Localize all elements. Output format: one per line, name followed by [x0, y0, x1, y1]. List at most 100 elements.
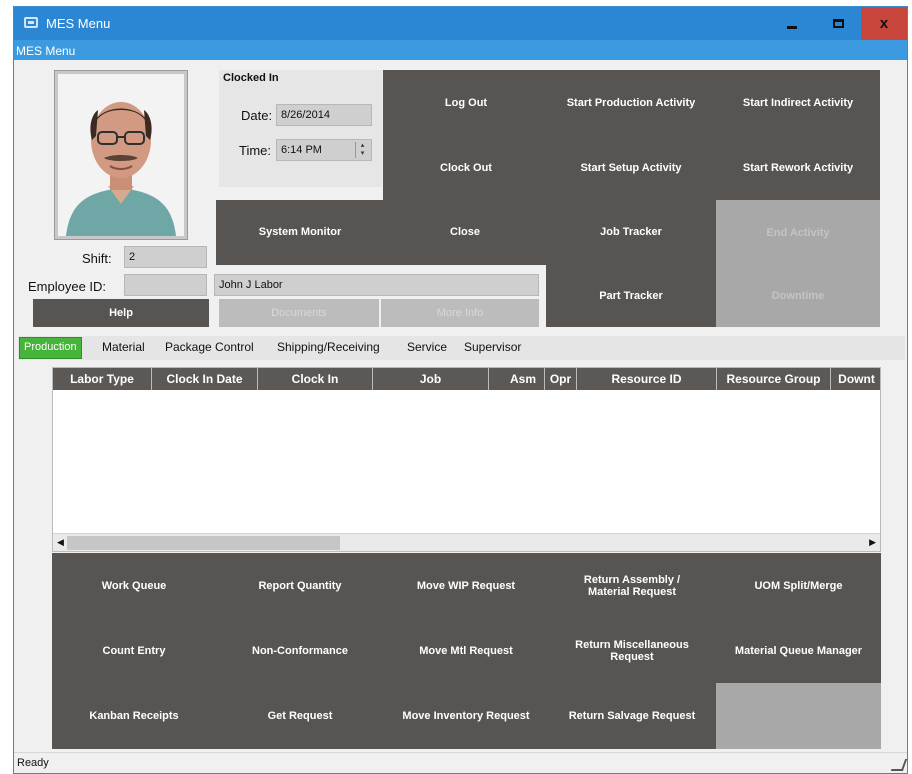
column-opr[interactable]: Opr [545, 368, 577, 390]
close-window-button[interactable]: x [861, 7, 907, 40]
minimize-button[interactable] [769, 7, 815, 40]
documents-button[interactable]: Documents [219, 299, 379, 327]
log-out-label: Log Out [444, 96, 488, 109]
non-conformance-label: Non-Conformance [252, 644, 348, 657]
scroll-right-icon[interactable]: ▶ [869, 537, 876, 548]
status-bar: Ready [14, 752, 908, 773]
count-entry-button[interactable]: Count Entry [52, 618, 216, 683]
start-setup-label: Start Setup Activity [580, 161, 682, 174]
get-request-button[interactable]: Get Request [216, 683, 384, 749]
tab-package-control[interactable]: Package Control [165, 340, 254, 354]
system-monitor-button[interactable]: System Monitor [216, 200, 384, 265]
material-queue-manager-label: Material Queue Manager [734, 644, 863, 657]
date-value: 8/26/2014 [281, 109, 330, 121]
return-assembly-material-request-label: Return Assembly / Material Request [583, 573, 681, 598]
shift-label: Shift: [82, 251, 112, 266]
menu-mes[interactable]: MES Menu [16, 44, 75, 58]
portrait-illustration [58, 74, 184, 236]
more-info-button[interactable]: More Info [381, 299, 539, 327]
start-rework-button[interactable]: Start Rework Activity [716, 136, 880, 200]
tab-shipping-receiving[interactable]: Shipping/Receiving [277, 340, 380, 354]
employee-id-field[interactable] [124, 274, 207, 296]
start-indirect-button[interactable]: Start Indirect Activity [716, 70, 880, 136]
part-tracker-label: Part Tracker [599, 289, 663, 302]
action-panel: Work Queue Report Quantity Move WIP Requ… [52, 553, 881, 749]
return-salvage-request-button[interactable]: Return Salvage Request [548, 683, 716, 749]
empty-action-slot [716, 683, 881, 749]
resize-grip-icon[interactable] [890, 759, 908, 771]
downtime-button[interactable]: Downtime [716, 265, 880, 327]
status-text: Ready [17, 757, 49, 769]
close-icon: x [879, 15, 889, 32]
spin-icon[interactable]: ▴ ▾ [355, 142, 369, 158]
work-queue-button[interactable]: Work Queue [52, 553, 216, 618]
move-inventory-request-button[interactable]: Move Inventory Request [384, 683, 548, 749]
get-request-label: Get Request [267, 710, 333, 722]
job-tracker-button[interactable]: Job Tracker [546, 200, 716, 265]
start-indirect-label: Start Indirect Activity [742, 96, 854, 109]
column-resource-group[interactable]: Resource Group [717, 368, 831, 390]
tab-service[interactable]: Service [407, 340, 447, 354]
close-label: Close [450, 226, 480, 238]
report-quantity-button[interactable]: Report Quantity [216, 553, 384, 618]
labor-grid[interactable]: Labor Type Clock In Date Clock In Job As… [52, 367, 881, 552]
date-label: Date: [241, 108, 273, 123]
uom-split-merge-button[interactable]: UOM Split/Merge [716, 553, 881, 618]
return-salvage-request-label: Return Salvage Request [568, 710, 696, 722]
time-value: 6:14 PM [281, 144, 322, 156]
return-miscellaneous-request-button[interactable]: Return Miscellaneous Request [548, 618, 716, 683]
column-downtime[interactable]: Downt [831, 368, 880, 390]
log-out-button[interactable]: Log Out [386, 70, 546, 136]
move-wip-request-button[interactable]: Move WIP Request [384, 553, 548, 618]
start-production-label: Start Production Activity [566, 96, 696, 109]
non-conformance-button[interactable]: Non-Conformance [216, 618, 384, 683]
window-title: MES Menu [46, 16, 111, 31]
tab-supervisor[interactable]: Supervisor [464, 340, 521, 354]
column-clock-in[interactable]: Clock In [258, 368, 373, 390]
employee-name-field: John J Labor [214, 274, 539, 296]
start-production-button[interactable]: Start Production Activity [546, 70, 716, 136]
start-setup-button[interactable]: Start Setup Activity [546, 136, 716, 200]
horizontal-scrollbar[interactable]: ◀ ▶ [53, 533, 880, 551]
maximize-button[interactable] [815, 7, 861, 40]
date-field[interactable]: 8/26/2014 [276, 104, 372, 126]
mes-window: MES Menu x MES Menu Clocked In Date: 8/2… [13, 6, 908, 774]
clock-out-button[interactable]: Clock Out [386, 136, 546, 200]
move-mtl-request-label: Move Mtl Request [419, 644, 513, 657]
kanban-receipts-button[interactable]: Kanban Receipts [52, 683, 216, 749]
time-field[interactable]: 6:14 PM ▴ ▾ [276, 139, 372, 161]
return-assembly-material-request-button[interactable]: Return Assembly / Material Request [548, 553, 716, 618]
more-info-label: More Info [436, 307, 484, 319]
move-mtl-request-button[interactable]: Move Mtl Request [384, 618, 548, 683]
employee-photo [54, 70, 188, 240]
time-label: Time: [239, 143, 272, 158]
tab-bar: Production Material Package Control Ship… [18, 336, 905, 360]
material-queue-manager-button[interactable]: Material Queue Manager [716, 618, 881, 683]
scroll-left-icon[interactable]: ◀ [57, 537, 64, 548]
shift-value: 2 [129, 251, 136, 263]
column-resource-id[interactable]: Resource ID [577, 368, 717, 390]
clocked-in-panel: Clocked In Date: 8/26/2014 Time: 6:14 PM… [219, 70, 382, 187]
column-labor-type[interactable]: Labor Type [53, 368, 152, 390]
system-monitor-label: System Monitor [258, 226, 342, 238]
close-button[interactable]: Close [384, 200, 546, 265]
shift-field[interactable]: 2 [124, 246, 207, 268]
end-activity-button[interactable]: End Activity [716, 200, 880, 265]
job-tracker-label: Job Tracker [600, 226, 662, 238]
part-tracker-button[interactable]: Part Tracker [546, 265, 716, 327]
end-activity-label: End Activity [766, 226, 830, 239]
tab-material[interactable]: Material [102, 340, 145, 354]
return-miscellaneous-request-label: Return Miscellaneous Request [575, 638, 689, 663]
column-clock-in-date[interactable]: Clock In Date [152, 368, 258, 390]
tab-production[interactable]: Production [19, 337, 82, 359]
work-queue-label: Work Queue [101, 579, 167, 592]
help-label: Help [109, 306, 133, 319]
column-asm[interactable]: Asm [489, 368, 545, 390]
minimize-icon [787, 26, 797, 29]
uom-split-merge-label: UOM Split/Merge [754, 579, 843, 592]
documents-label: Documents [271, 307, 327, 319]
column-job[interactable]: Job [373, 368, 489, 390]
downtime-label: Downtime [771, 290, 825, 302]
scrollbar-thumb[interactable] [67, 536, 340, 550]
help-button[interactable]: Help [33, 299, 209, 327]
